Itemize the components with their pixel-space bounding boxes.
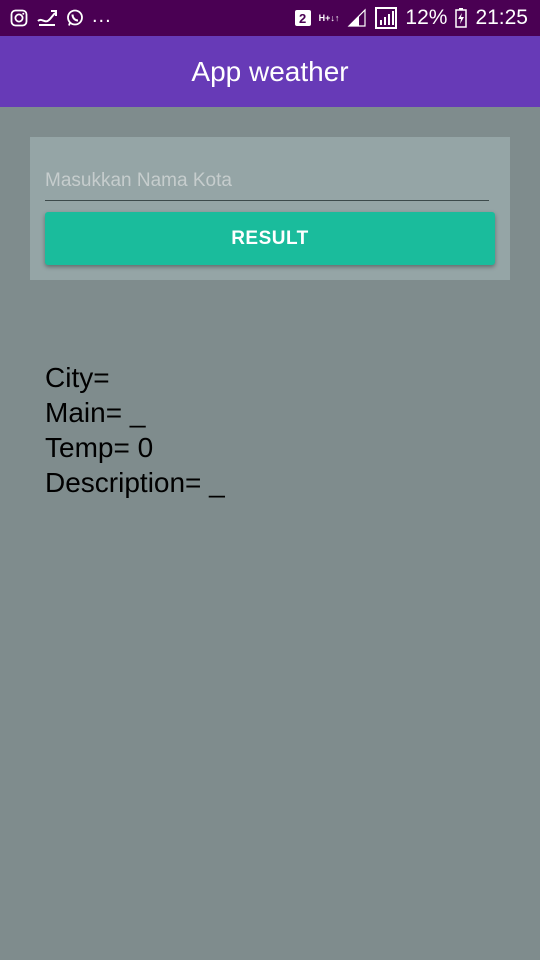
network-type-bottom: ↓↑ (330, 12, 340, 23)
description-result: Description= _ (45, 467, 225, 498)
sim-badge: 2 (294, 10, 311, 26)
screen: ... 2 H+ ↓↑ 12% 21:25 App weather Masukk… (0, 0, 540, 960)
temp-result: Temp= 0 (45, 432, 154, 463)
signal-box-icon (375, 7, 398, 29)
clock: 21:25 (475, 6, 528, 29)
app-bar: App weather (0, 36, 540, 107)
more-notifications: ... (92, 5, 112, 27)
signal-icon (347, 8, 367, 28)
main-result: Main= _ (45, 397, 146, 428)
weather-results: City= Main= _ Temp= 0 Description= _ (45, 360, 225, 500)
network-type-indicator: H+ ↓↑ (318, 12, 340, 23)
status-right: 2 H+ ↓↑ 12% 21:25 (294, 6, 528, 30)
result-button[interactable]: RESULT (45, 212, 495, 265)
status-left: ... (10, 5, 112, 27)
battery-charging-icon (455, 8, 468, 28)
download-icon (36, 9, 58, 27)
status-bar: ... 2 H+ ↓↑ 12% 21:25 (0, 0, 540, 36)
network-type-top: H+ (318, 12, 331, 23)
battery-percent: 12% (405, 6, 448, 29)
instagram-icon (10, 9, 28, 27)
city-result: City= (45, 362, 110, 393)
whatsapp-icon (66, 9, 84, 27)
city-name-input[interactable] (45, 165, 489, 201)
input-card: RESULT (30, 137, 510, 280)
app-title: App weather (191, 55, 349, 87)
